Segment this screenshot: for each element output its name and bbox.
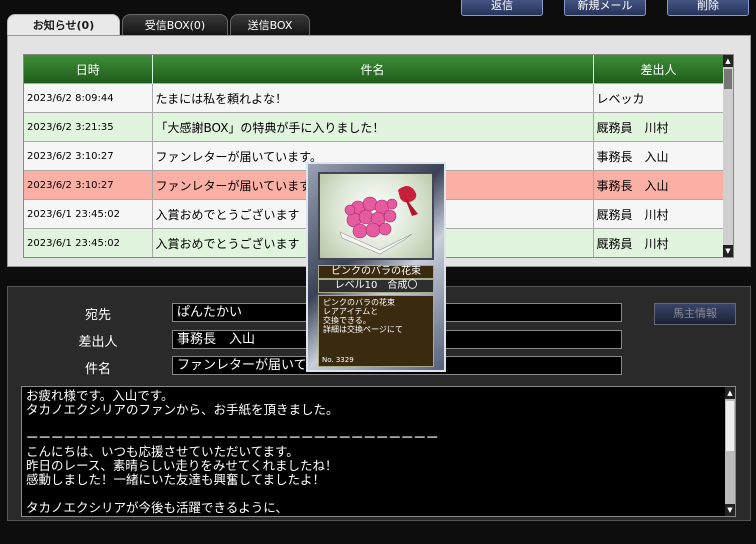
rose-bouquet-image [318,172,434,260]
scroll-down-icon[interactable]: ▼ [725,504,735,516]
card-item-level: レベル10 合成〇 [318,279,434,293]
subject-label: 件名 [84,362,111,377]
tab-inbox[interactable]: 受信BOX(0) [122,14,228,36]
row-date: 2023/6/2 3:10:27 [24,170,153,200]
row-date: 2023/6/2 8:09:44 [24,83,153,113]
from-label: 差出人 [78,335,118,350]
message-body-text: お疲れ様です。入山です。 タカノエクシリアのファンから、お手紙を頂きました。 ー… [26,388,439,515]
delete-button[interactable]: 削除 [667,0,749,16]
row-sender: レベッカ [593,83,725,113]
row-sender: 事務長 入山 [593,141,725,171]
scroll-thumb[interactable] [724,69,732,89]
row-date: 2023/6/2 3:21:35 [24,112,153,142]
tab-notices[interactable]: お知らせ(0) [7,14,120,36]
body-scrollbar[interactable]: ▲ ▼ [725,387,735,516]
to-label: 宛先 [84,308,111,323]
row-subject: たまには私を頼れよな！ [152,83,594,113]
card-item-name: ピンクのバラの花束 [318,265,434,279]
table-row[interactable]: 2023/6/2 8:09:44 たまには私を頼れよな！ レベッカ [24,83,725,113]
card-number: No. 3329 [322,356,354,364]
row-subject: 「大感謝BOX」の特典が手に入りました！ [152,112,594,142]
table-row[interactable]: 2023/6/2 3:21:35 「大感謝BOX」の特典が手に入りました！ 厩務… [24,112,725,142]
scroll-up-icon[interactable]: ▲ [723,55,733,67]
scroll-up-icon[interactable]: ▲ [725,387,735,399]
list-scrollbar[interactable]: ▲ ▼ [723,55,733,257]
row-date: 2023/6/2 3:10:27 [24,141,153,171]
horse-info-button[interactable]: 馬主情報 [654,303,736,325]
item-card-popup: ピンクのバラの花束 レベル10 合成〇 ピンクのバラの花束 レアアイテムと 交換… [306,162,446,372]
message-body[interactable]: お疲れ様です。入山です。 タカノエクシリアのファンから、お手紙を頂きました。 ー… [21,386,736,517]
reply-button[interactable]: 返信 [461,0,543,16]
row-sender: 事務長 入山 [593,170,725,200]
scroll-thumb[interactable] [726,401,734,451]
row-sender: 厩務員 川村 [593,228,725,257]
new-mail-button[interactable]: 新規メール [564,0,646,16]
column-header-date[interactable]: 日時 [24,55,153,84]
tab-outbox[interactable]: 送信BOX [230,14,310,36]
column-header-subject[interactable]: 件名 [152,55,594,84]
row-date: 2023/6/1 23:45:02 [24,199,153,229]
row-sender: 厩務員 川村 [593,199,725,229]
scroll-down-icon[interactable]: ▼ [723,245,733,257]
row-sender: 厩務員 川村 [593,112,725,142]
column-header-sender[interactable]: 差出人 [593,55,725,84]
row-date: 2023/6/1 23:45:02 [24,228,153,257]
